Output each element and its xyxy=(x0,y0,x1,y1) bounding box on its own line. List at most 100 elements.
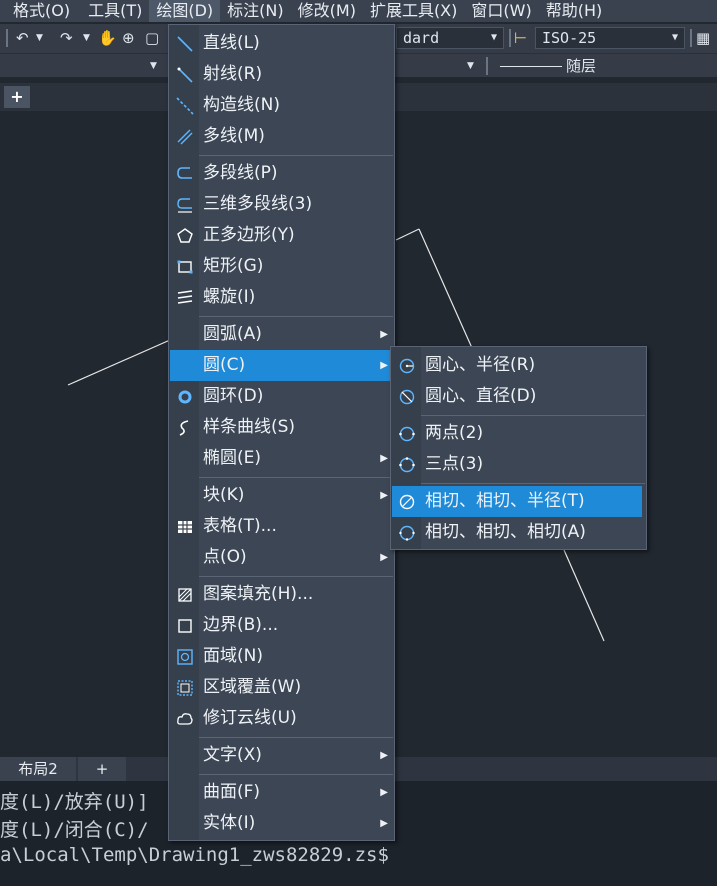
undo-icon[interactable]: ↶ xyxy=(16,29,29,47)
menu-item-circle-tan-tan-radius[interactable]: 相切、相切、半径(T) xyxy=(392,486,642,517)
dimension-style-icon: ⊢ xyxy=(514,29,528,47)
menu-draw[interactable]: 绘图(D) xyxy=(149,0,221,22)
drawing-line xyxy=(418,228,473,349)
menu-item-solid[interactable]: 实体(I) ▶ xyxy=(170,808,394,839)
menu-item-region[interactable]: 面域(N) xyxy=(170,641,394,672)
menu-item-3d-polyline[interactable]: 三维多段线(3) xyxy=(170,189,394,220)
pan-icon[interactable]: ✋ xyxy=(98,29,117,47)
menu-item-label: 文字(X) xyxy=(203,745,262,765)
wipeout-icon xyxy=(177,680,193,696)
text-style-value: dard xyxy=(403,29,440,47)
menu-item-circle-2-points[interactable]: 两点(2) xyxy=(392,418,646,449)
menu-item-boundary[interactable]: 边界(B)... xyxy=(170,610,394,641)
hatch-icon xyxy=(178,588,192,602)
dimension-style-select[interactable]: ISO-25 ▼ xyxy=(535,27,685,49)
3d-polyline-icon xyxy=(177,198,192,213)
menu-item-label: 点(O) xyxy=(203,547,247,567)
menu-item-polygon[interactable]: 正多边形(Y) xyxy=(170,220,394,251)
menu-item-surface[interactable]: 曲面(F) ▶ xyxy=(170,777,394,808)
menu-window[interactable]: 窗口(W) xyxy=(464,0,538,22)
multiline-icon xyxy=(177,129,193,145)
chevron-down-icon: ▼ xyxy=(671,32,678,43)
menu-item-table[interactable]: 表格(T)... xyxy=(170,511,394,542)
menu-item-label: 正多边形(Y) xyxy=(203,225,295,245)
submenu-arrow-icon: ▶ xyxy=(380,329,388,340)
circle-2p-icon xyxy=(399,426,415,442)
polyline-icon xyxy=(177,167,192,179)
redo-icon[interactable]: ↷ xyxy=(60,29,73,47)
menu-item-label: 圆弧(A) xyxy=(203,324,262,344)
donut-icon xyxy=(178,390,192,404)
menu-item-wipeout[interactable]: 区域覆盖(W) xyxy=(170,672,394,703)
menu-item-circle-center-diameter[interactable]: 圆心、直径(D) xyxy=(392,381,646,412)
menu-item-revcloud[interactable]: 修订云线(U) xyxy=(170,703,394,734)
menu-item-label: 实体(I) xyxy=(203,813,256,833)
command-history-line: 度(L)/闭合(C)/ xyxy=(0,819,149,841)
menu-bar: 格式(O) 工具(T) 绘图(D) 标注(N) 修改(M) 扩展工具(X) 窗口… xyxy=(0,0,717,22)
menu-item-polyline[interactable]: 多段线(P) xyxy=(170,158,394,189)
drawing-line xyxy=(67,339,171,386)
menu-modify[interactable]: 修改(M) xyxy=(291,0,363,22)
redo-dropdown-icon[interactable]: ▼ xyxy=(83,29,90,47)
menu-item-rectangle[interactable]: 矩形(G) xyxy=(170,251,394,282)
menu-item-circle[interactable]: 圆(C) ▶ xyxy=(170,350,394,381)
circle-ttr-icon xyxy=(399,494,415,510)
menu-tools[interactable]: 工具(T) xyxy=(81,0,149,22)
cad-window: 格式(O) 工具(T) 绘图(D) 标注(N) 修改(M) 扩展工具(X) 窗口… xyxy=(0,0,717,886)
menu-item-label: 构造线(N) xyxy=(203,95,280,115)
menu-item-line[interactable]: 直线(L) xyxy=(170,28,394,59)
menu-item-label: 椭圆(E) xyxy=(203,448,262,468)
menu-item-label: 圆环(D) xyxy=(203,386,264,406)
tab-layout2[interactable]: 布局2 xyxy=(0,757,76,781)
linetype-label[interactable]: 随层 xyxy=(566,55,596,76)
menu-item-arc[interactable]: 圆弧(A) ▶ xyxy=(170,319,394,350)
region-icon xyxy=(177,649,193,665)
zoom-window-icon[interactable]: ▢ xyxy=(145,29,159,47)
command-history-line: a\Local\Temp\Drawing1_zws82829.zs$ xyxy=(0,844,389,866)
menu-item-label: 螺旋(I) xyxy=(203,287,256,307)
text-style-select[interactable]: dard ▼ xyxy=(396,27,504,49)
circle-submenu: 圆心、半径(R) 圆心、直径(D) 两点(2) 三点(3) 相切、相切、半径(T… xyxy=(390,346,647,550)
menu-item-circle-center-radius[interactable]: 圆心、半径(R) xyxy=(392,350,646,381)
menu-item-label: 圆心、半径(R) xyxy=(425,355,536,375)
menu-item-spline[interactable]: 样条曲线(S) xyxy=(170,412,394,443)
menu-item-ray[interactable]: 射线(R) xyxy=(170,59,394,90)
zoom-realtime-icon[interactable]: ⊕ xyxy=(122,29,135,47)
menu-item-label: 两点(2) xyxy=(425,423,484,443)
menu-item-helix[interactable]: 螺旋(I) xyxy=(170,282,394,313)
menu-item-construction-line[interactable]: 构造线(N) xyxy=(170,90,394,121)
menu-item-text[interactable]: 文字(X) ▶ xyxy=(170,740,394,771)
menu-item-hatch[interactable]: 图案填充(H)... xyxy=(170,579,394,610)
menu-item-multiline[interactable]: 多线(M) xyxy=(170,121,394,152)
menu-help[interactable]: 帮助(H) xyxy=(539,0,610,22)
menu-item-label: 曲面(F) xyxy=(203,782,261,802)
submenu-arrow-icon: ▶ xyxy=(380,787,388,798)
table-style-icon[interactable]: ▦ xyxy=(696,29,710,47)
menu-dimension[interactable]: 标注(N) xyxy=(220,0,290,22)
menu-item-ellipse[interactable]: 椭圆(E) ▶ xyxy=(170,443,394,474)
menu-item-block[interactable]: 块(K) ▶ xyxy=(170,480,394,511)
undo-dropdown-icon[interactable]: ▼ xyxy=(36,29,43,47)
draw-menu: 直线(L) 射线(R) 构造线(N) 多线(M) 多段线(P) 三维多段线(3)… xyxy=(168,24,395,841)
menu-item-label: 射线(R) xyxy=(203,64,263,84)
menu-item-point[interactable]: 点(O) ▶ xyxy=(170,542,394,573)
spline-icon xyxy=(179,420,189,436)
helix-icon xyxy=(177,290,193,304)
drawing-line xyxy=(395,228,420,241)
menu-item-circle-tan-tan-tan[interactable]: 相切、相切、相切(A) xyxy=(392,517,646,548)
menu-item-label: 修订云线(U) xyxy=(203,708,297,728)
menu-item-circle-3-points[interactable]: 三点(3) xyxy=(392,449,646,480)
add-layout-button[interactable]: + xyxy=(78,757,126,781)
menu-item-label: 表格(T)... xyxy=(203,516,277,536)
menu-item-label: 多段线(P) xyxy=(203,163,278,183)
color-dropdown-arrow[interactable]: ▼ xyxy=(467,57,474,75)
menu-item-label: 边界(B)... xyxy=(203,615,279,635)
line-icon xyxy=(177,36,193,52)
layer-dropdown-arrow[interactable]: ▼ xyxy=(150,57,157,75)
menu-item-donut[interactable]: 圆环(D) xyxy=(170,381,394,412)
menu-extension-tools[interactable]: 扩展工具(X) xyxy=(363,0,464,22)
new-document-button[interactable]: + xyxy=(4,86,30,108)
menu-format[interactable]: 格式(O) xyxy=(6,0,77,22)
submenu-arrow-icon: ▶ xyxy=(380,490,388,501)
submenu-arrow-icon: ▶ xyxy=(380,750,388,761)
